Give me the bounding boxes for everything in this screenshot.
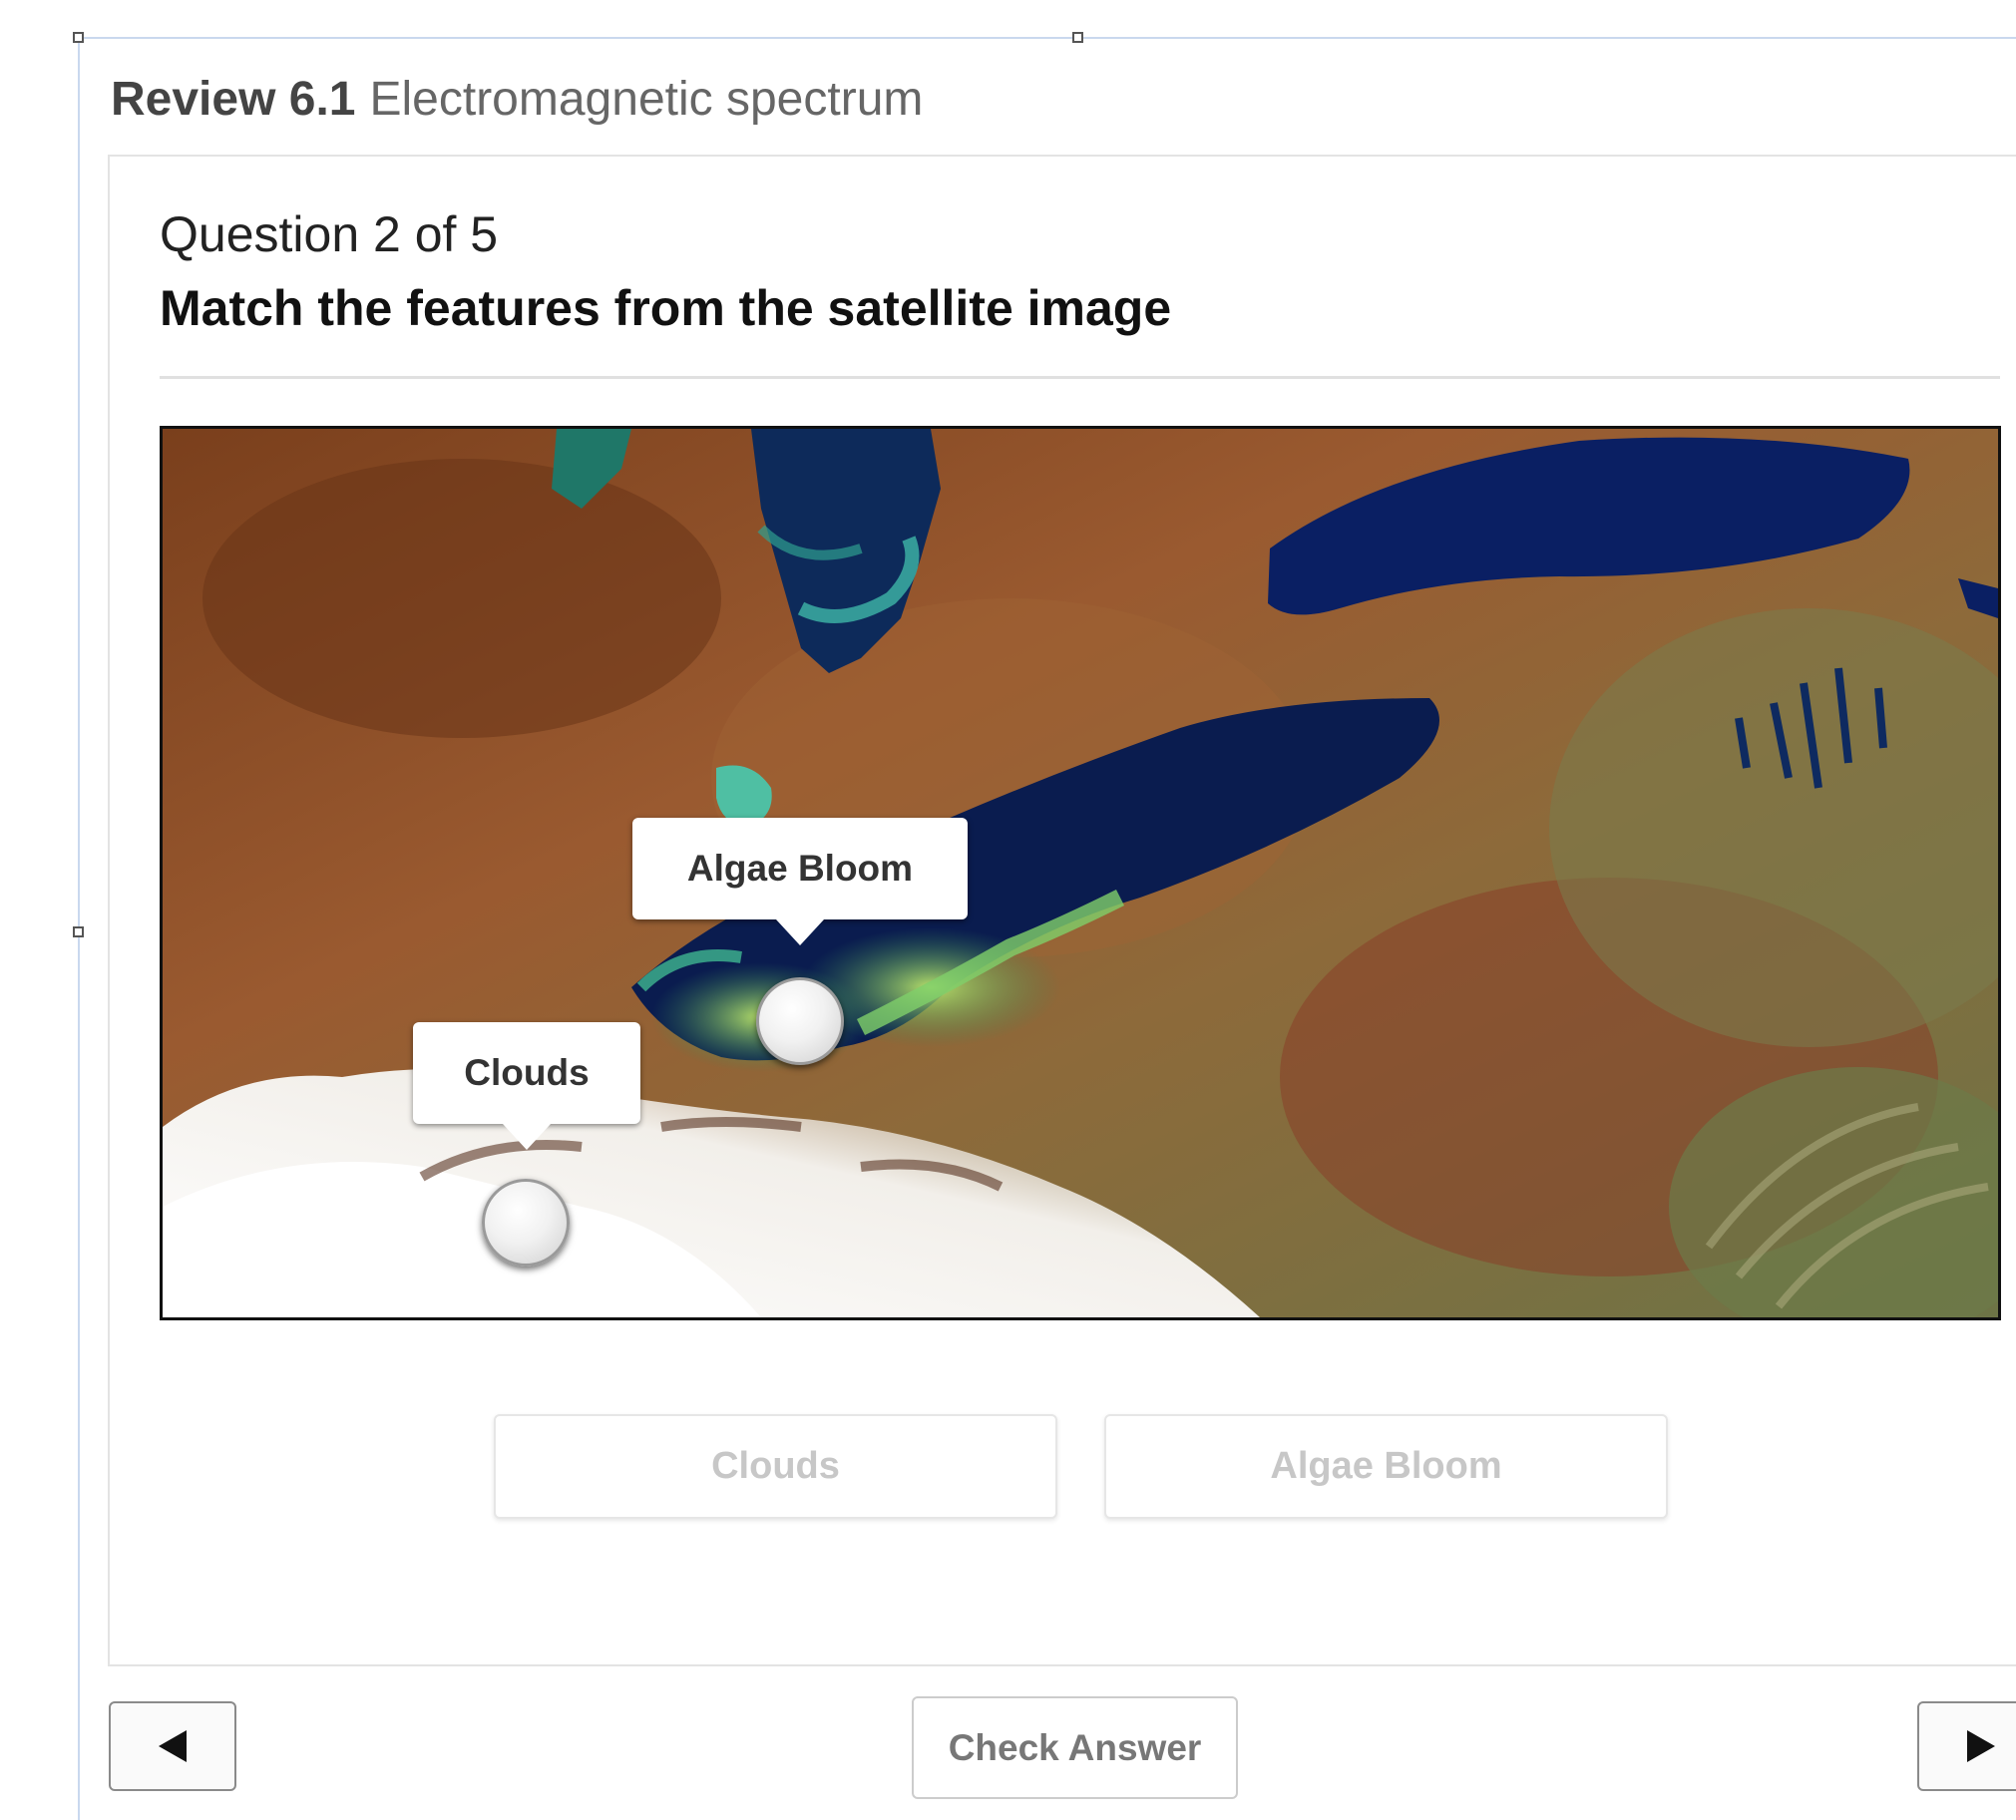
question-title: Match the features from the satellite im… <box>160 280 1172 336</box>
answer-tile-clouds[interactable]: Clouds <box>494 1414 1057 1519</box>
selection-frame-top <box>78 37 2016 39</box>
question-counter: Question 2 of 5 <box>160 206 499 262</box>
review-label: Review 6.1 <box>111 73 356 126</box>
resize-handle-top-left[interactable] <box>73 32 84 43</box>
pin-label-algae-bloom[interactable]: Algae Bloom <box>632 818 968 945</box>
question-divider <box>160 376 2000 379</box>
check-answer-button[interactable]: Check Answer <box>912 1696 1238 1799</box>
resize-handle-middle-left[interactable] <box>73 926 84 937</box>
answer-tile-algae-bloom[interactable]: Algae Bloom <box>1104 1414 1668 1519</box>
triangle-right-icon <box>1967 1730 1995 1762</box>
review-topic: Electromagnetic spectrum <box>369 73 924 126</box>
satellite-image <box>160 426 2001 1320</box>
pin-marker-clouds[interactable] <box>482 1179 570 1267</box>
pin-marker-algae-bloom[interactable] <box>756 977 844 1065</box>
review-heading: Review 6.1 Electromagnetic spectrum <box>111 72 923 127</box>
resize-handle-top-middle[interactable] <box>1072 32 1083 43</box>
pin-label-clouds[interactable]: Clouds <box>413 1022 640 1150</box>
previous-button[interactable] <box>109 1701 236 1791</box>
next-button[interactable] <box>1917 1701 2016 1791</box>
triangle-left-icon <box>159 1730 187 1762</box>
